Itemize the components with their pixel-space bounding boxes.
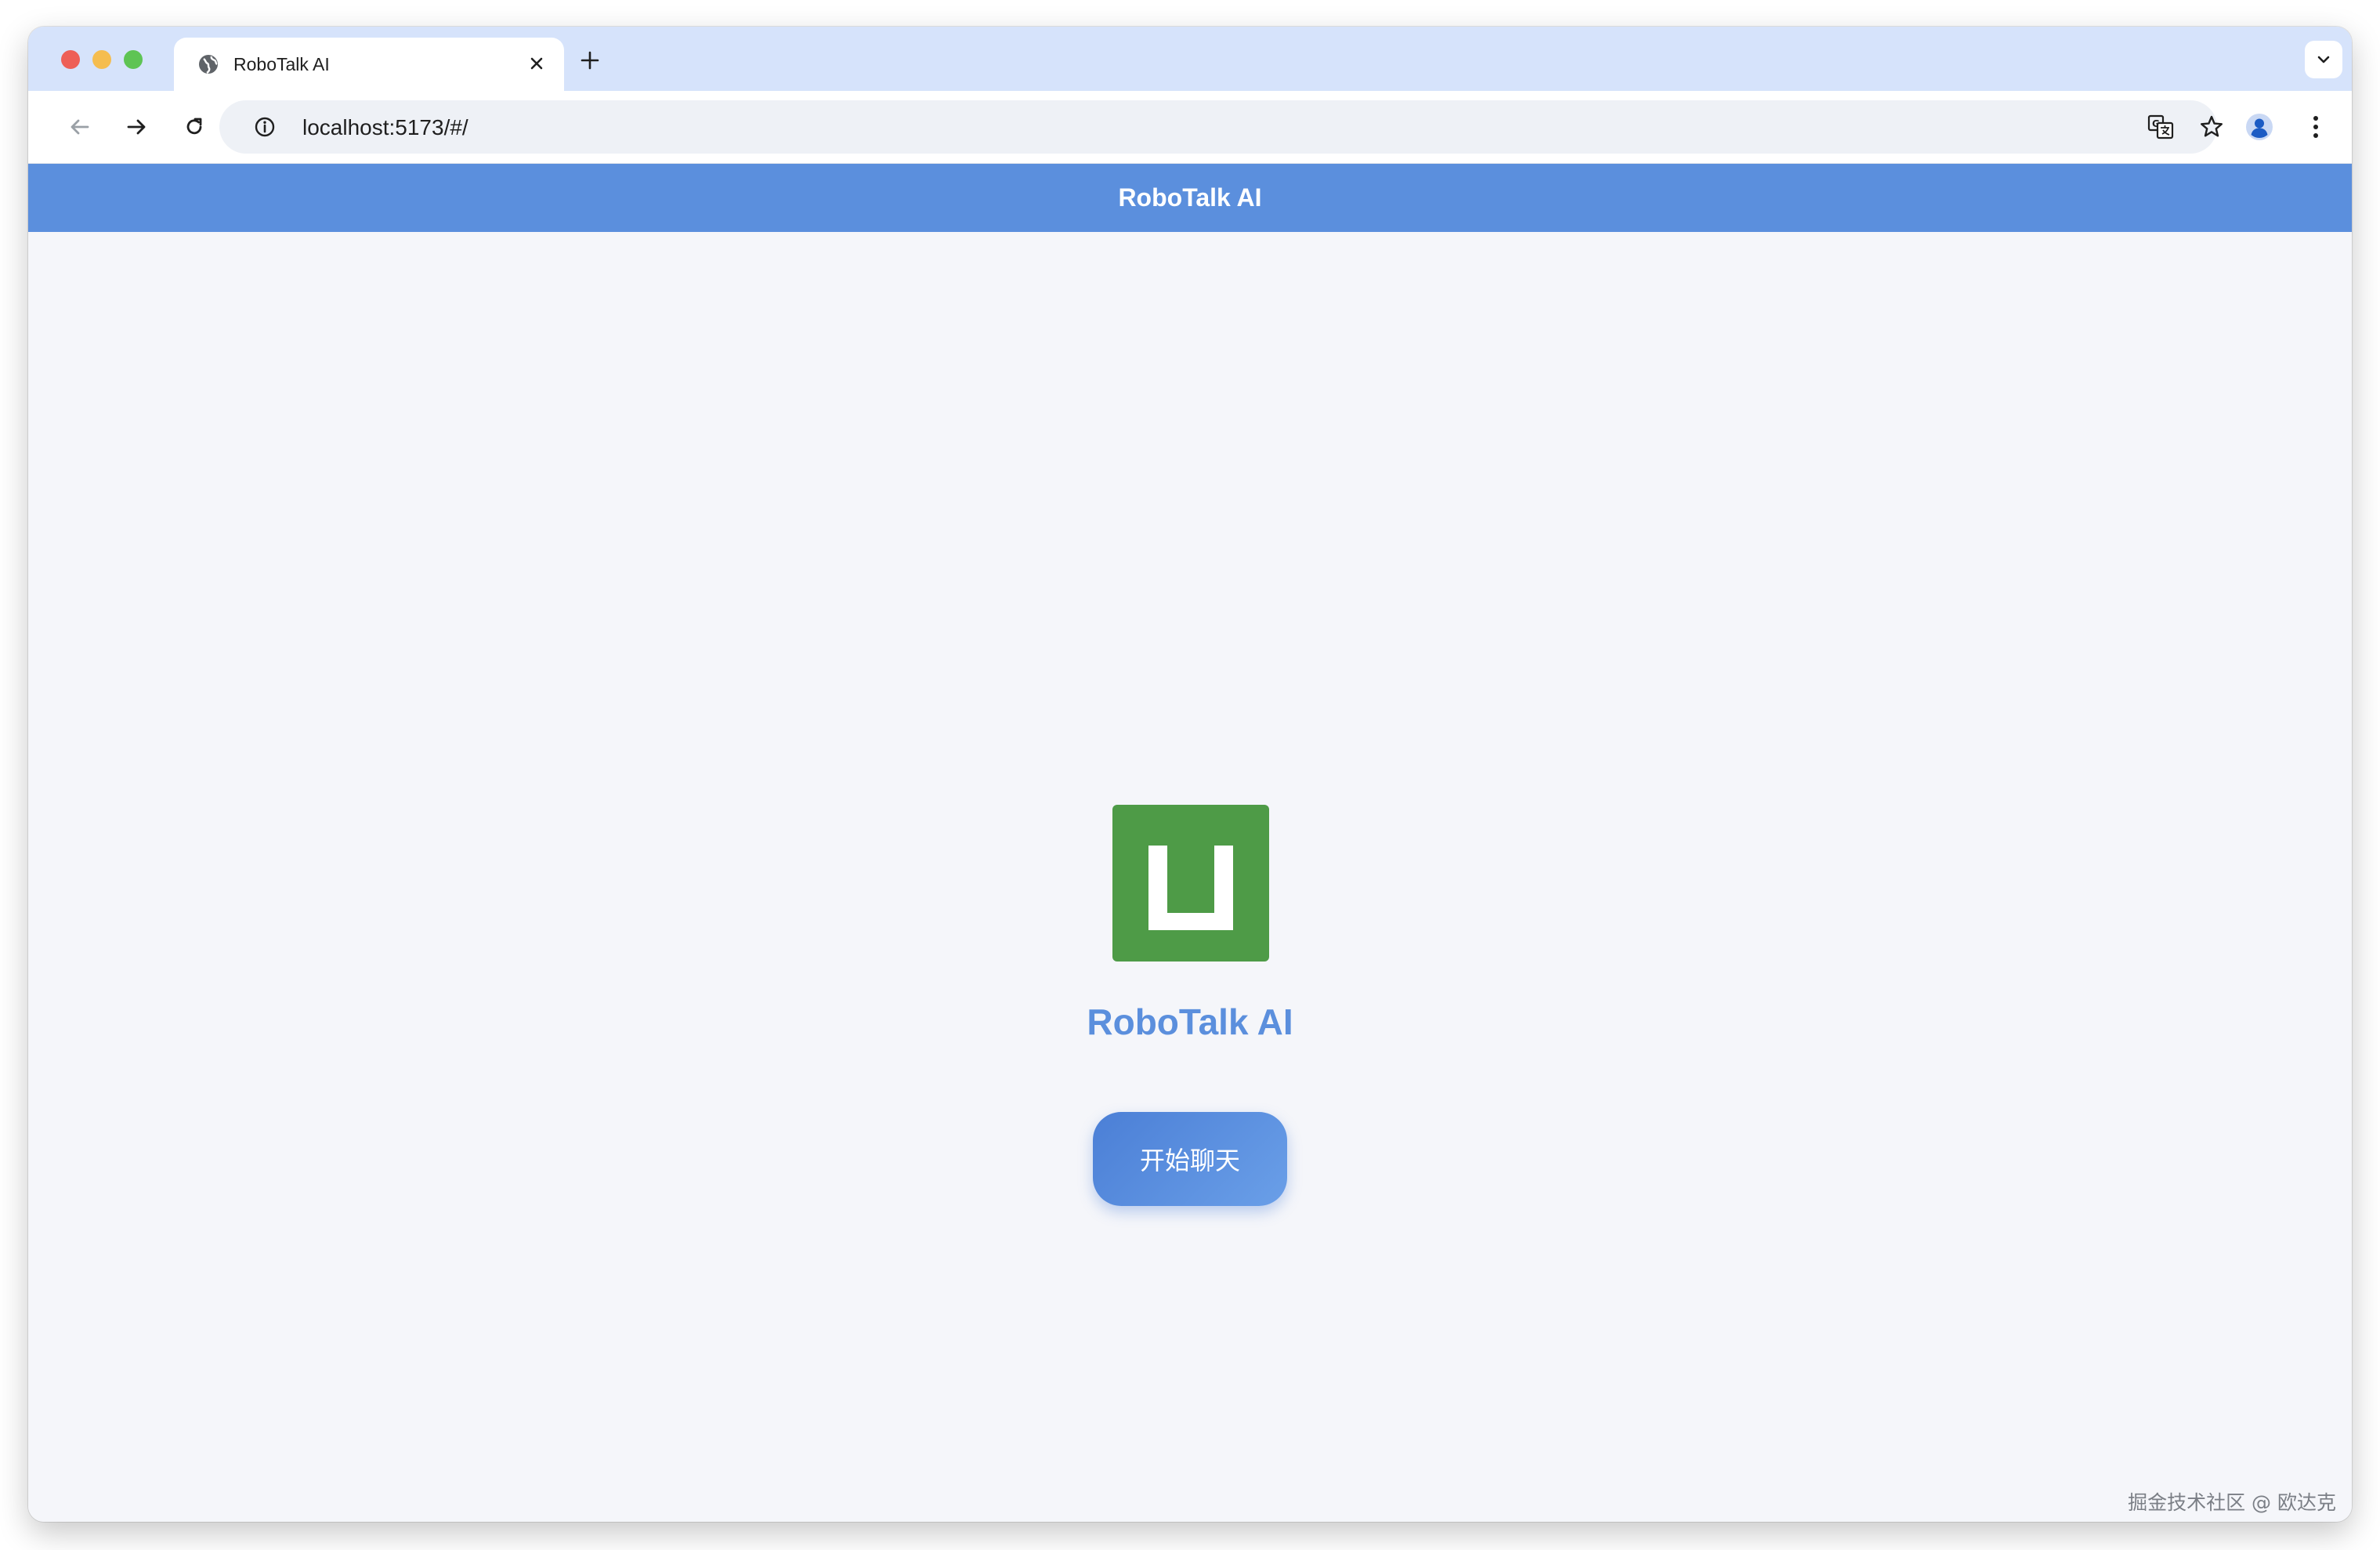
tab-strip: RoboTalk AI [28,27,2352,91]
star-icon[interactable] [2197,113,2226,141]
browser-window: RoboTalk AI localhost:5173/#/ G RoboTalk… [28,27,2352,1522]
tab-title: RoboTalk AI [233,54,330,74]
profile-icon[interactable] [2241,108,2278,146]
maximize-window-button[interactable] [124,50,143,69]
chevron-down-icon[interactable] [2305,41,2342,78]
app-header-title: RoboTalk AI [1118,183,1262,212]
tab-robotalk[interactable]: RoboTalk AI [174,38,564,91]
minimize-window-button[interactable] [92,50,111,69]
arrow-left-icon[interactable] [61,108,99,146]
info-icon[interactable] [252,114,277,139]
globe-icon [197,53,219,75]
page-content: RoboTalk AI RoboTalk AI 开始聊天 掘金技术社区 @ 欧达… [28,164,2352,1522]
close-icon[interactable] [525,52,548,75]
close-window-button[interactable] [61,50,80,69]
reload-icon[interactable] [175,108,213,146]
hero-title: RoboTalk AI [1087,1001,1293,1042]
kebab-menu-icon[interactable] [2297,108,2335,146]
plus-icon[interactable] [577,47,603,74]
start-chat-button[interactable]: 开始聊天 [1093,1112,1287,1206]
browser-toolbar: localhost:5173/#/ G [28,91,2352,164]
arrow-right-icon[interactable] [118,108,155,146]
address-bar[interactable]: localhost:5173/#/ G [219,100,2223,154]
app-logo-icon [1112,805,1269,962]
url-text[interactable]: localhost:5173/#/ [302,115,468,140]
watermark: 掘金技术社区 @ 欧达克 [2128,1491,2336,1514]
translate-icon[interactable]: G [2147,113,2175,141]
app-header: RoboTalk AI [28,164,2352,232]
